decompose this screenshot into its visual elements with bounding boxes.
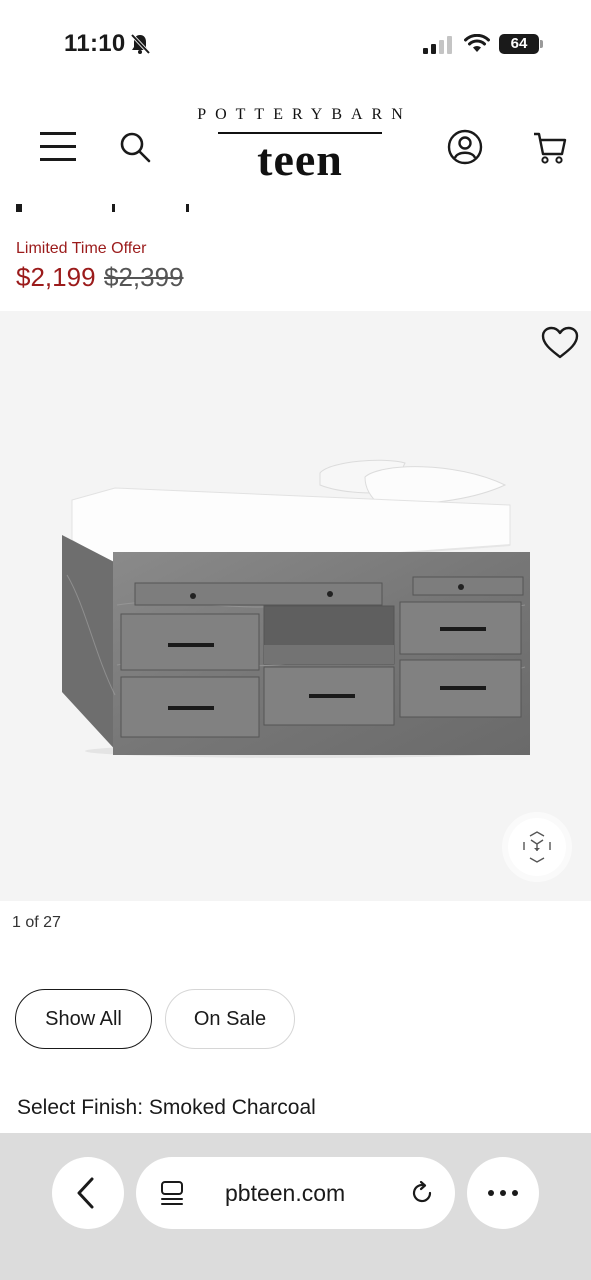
cellular-signal-icon (423, 36, 452, 54)
battery-icon: 64 (499, 34, 539, 54)
wifi-icon (464, 34, 490, 52)
original-price: $2,399 (104, 262, 184, 292)
ar-view-icon (523, 831, 551, 863)
heart-icon[interactable] (540, 325, 580, 361)
product-image-storage-bed (62, 459, 530, 758)
ar-view-button[interactable] (508, 818, 566, 876)
more-icon (488, 1190, 518, 1196)
more-options-button[interactable] (467, 1157, 539, 1229)
limited-offer-label: Limited Time Offer (16, 240, 147, 257)
back-button[interactable] (52, 1157, 124, 1229)
sale-price: $2,199 (16, 262, 96, 292)
cut-off-text-fragment (16, 204, 189, 212)
url-text[interactable]: pbteen.com (225, 1180, 345, 1207)
status-time: 11:10 (64, 30, 126, 57)
cart-icon[interactable] (532, 130, 568, 166)
show-all-button[interactable]: Show All (15, 989, 152, 1049)
notifications-off-icon (130, 33, 151, 55)
on-sale-button[interactable]: On Sale (165, 989, 295, 1049)
logo-top-text: POTTERYBARN (197, 106, 412, 123)
finish-selector[interactable]: Select Finish: Smoked Charcoal (17, 1096, 316, 1120)
battery-cap (540, 40, 543, 48)
reload-icon[interactable] (409, 1180, 435, 1206)
tabs-icon[interactable] (160, 1180, 184, 1206)
finish-label: Select Finish: (17, 1096, 149, 1119)
menu-icon[interactable] (40, 130, 78, 164)
back-icon (77, 1177, 94, 1209)
account-icon[interactable] (446, 128, 484, 166)
image-counter: 1 of 27 (12, 914, 61, 931)
brand-logo[interactable]: POTTERYBARN teen (180, 106, 420, 196)
search-icon[interactable] (118, 130, 152, 164)
logo-main-text: teen (257, 134, 343, 185)
status-bar: 11:10 64 (0, 0, 591, 90)
finish-value: Smoked Charcoal (148, 1096, 316, 1119)
